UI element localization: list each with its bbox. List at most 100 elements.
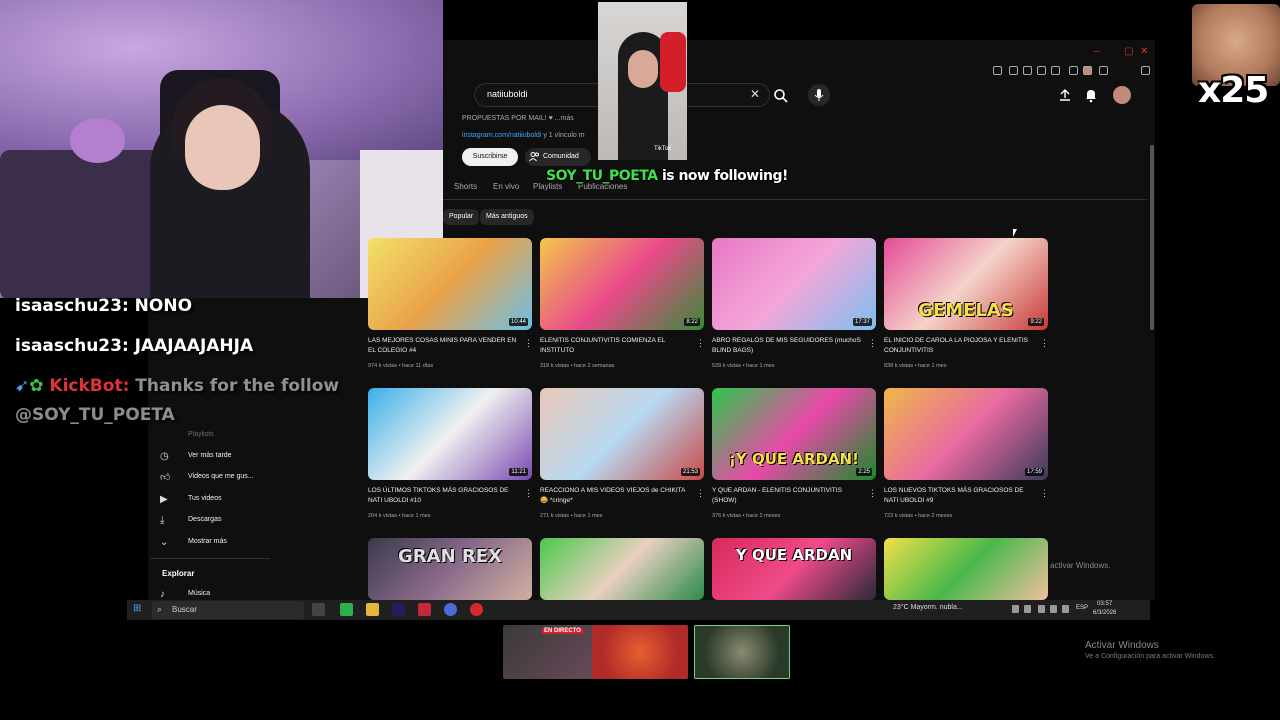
follow-alert: SOY_TU_POETA is now following! (546, 168, 788, 184)
close-icon[interactable]: ✕ (1140, 46, 1150, 57)
emote-multiplier: x25 (1198, 70, 1269, 111)
more-options-icon[interactable]: ⋮ (868, 338, 877, 348)
thumbnail-overlay-text: GEMELAS (918, 300, 1014, 321)
more-options-icon[interactable]: ⋮ (868, 488, 877, 498)
emote-overlay: x25 (1192, 4, 1280, 114)
more-options-icon[interactable]: ⋮ (1040, 338, 1049, 348)
chip-oldest[interactable]: Más antiguos (480, 209, 534, 225)
download-icon[interactable] (1099, 66, 1108, 75)
video-title[interactable]: REACCIONO A MIS VIDEOS VIEJOS de CHIKITA… (540, 486, 690, 506)
windows-start-icon[interactable]: ⊞ (133, 603, 143, 615)
more-options-icon[interactable]: ⋮ (696, 338, 705, 348)
browser-toolbar (443, 62, 1155, 80)
app-icon[interactable] (470, 603, 483, 616)
tray-icon[interactable] (1024, 605, 1031, 613)
microphone-icon[interactable] (808, 84, 830, 106)
video-title[interactable]: EL INICIO DE CAROLA LA PIOJOSA Y ELENITI… (884, 336, 1034, 356)
app-icon[interactable] (340, 603, 353, 616)
wifi-icon[interactable] (1038, 605, 1045, 613)
activate-windows-title: Activar Windows (1085, 640, 1159, 651)
video-thumbnail[interactable]: 17:37 (712, 238, 876, 330)
sidebar-explore-heading: Explorar (162, 569, 195, 578)
battery-icon[interactable] (1062, 605, 1069, 613)
sidebar-divider (150, 558, 270, 559)
video-thumbnail[interactable]: 21:53 (540, 388, 704, 480)
video-thumbnail[interactable]: GRAN REX (368, 538, 532, 600)
volume-icon[interactable] (1050, 605, 1057, 613)
weather-widget[interactable]: 23°C Mayorm. nubla... (893, 604, 963, 611)
bot-badge-icon: ✿ (29, 376, 44, 396)
community-button[interactable]: Comunidad (525, 148, 591, 166)
language-indicator[interactable]: ESP (1076, 605, 1088, 611)
video-duration: 17:59 (1024, 468, 1044, 476)
video-title[interactable]: LOS ÚLTIMOS TIKTOKS MÁS GRACIOSOS DE NAT… (368, 486, 518, 506)
follow-alert-user: SOY_TU_POETA (546, 168, 658, 184)
upload-icon[interactable] (1058, 88, 1072, 102)
scene-preview[interactable] (694, 625, 790, 679)
home-icon[interactable] (1069, 66, 1078, 75)
mouse-cursor-icon (1013, 229, 1017, 237)
video-thumbnail[interactable]: 11:21 (368, 388, 532, 480)
video-title[interactable]: LOS NUEVOS TIKTOKS MÁS GRACIOSOS DE NATI… (884, 486, 1034, 506)
clock[interactable]: 03:57 6/3/2026 (1093, 600, 1116, 618)
maximize-icon[interactable]: ▢ (1124, 46, 1134, 57)
tab-live[interactable]: En vivo (493, 182, 519, 191)
channel-link-url[interactable]: instagram.com/natiiuboldi (462, 132, 541, 139)
video-thumbnail[interactable]: GEMELAS 9:22 (884, 238, 1048, 330)
task-view-icon[interactable] (312, 603, 325, 616)
video-title[interactable]: LAS MEJORES COSAS MINIS PARA VENDER EN E… (368, 336, 518, 356)
scene-preview[interactable] (592, 625, 688, 679)
sidebar-item-label: Tus videos (188, 495, 222, 502)
tiktok-face (628, 50, 658, 88)
video-title[interactable]: Y QUE ARDAN - ELENITIS CONJUNTIVITIS (SH… (712, 486, 862, 506)
chat-text: JAAJAAJAHJA (134, 336, 254, 356)
taskbar-search[interactable]: ⌕ Buscar (152, 601, 304, 619)
menu-icon[interactable] (1141, 66, 1150, 75)
extension-icon[interactable] (1009, 66, 1018, 75)
tabs-divider (443, 199, 1147, 200)
search-icon[interactable] (772, 87, 790, 105)
profile-icon[interactable] (1083, 66, 1092, 75)
browser-icon[interactable] (444, 603, 457, 616)
opera-icon[interactable] (418, 603, 431, 616)
chat-overlay: isaaschu23: NONO isaaschu23: JAAJAAJAHJA… (0, 292, 375, 440)
chevron-down-icon: ⌄ (160, 537, 169, 548)
video-title[interactable]: ABRO REGALOS DE MIS SEGUIDORES (muchoS B… (712, 336, 862, 356)
video-thumbnail[interactable]: 17:59 (884, 388, 1048, 480)
tray-icon[interactable] (1012, 605, 1019, 613)
video-thumbnail[interactable]: 8:22 (540, 238, 704, 330)
subscribe-button[interactable]: Suscribirse (462, 148, 518, 166)
more-options-icon[interactable]: ⋮ (696, 488, 705, 498)
tiktok-overlay: TikTok (598, 2, 687, 160)
channel-link[interactable]: instagram.com/natiiuboldi y 1 vínculo m (462, 132, 585, 139)
chip-popular[interactable]: Popular (443, 209, 480, 225)
video-title[interactable]: ELENITIS CONJUNTIVITIS COMIENZA EL INSTI… (540, 336, 690, 356)
video-thumbnail[interactable]: 10:44 (368, 238, 532, 330)
video-thumbnail[interactable]: ¡Y QUE ARDAN! 2:25 (712, 388, 876, 480)
extension-icon[interactable] (1023, 66, 1032, 75)
premiere-icon[interactable] (392, 603, 405, 616)
channel-description[interactable]: PROPUESTAS POR MAIL! ♥ ...más (462, 115, 574, 122)
video-duration: 10:44 (508, 318, 528, 326)
avatar[interactable] (1113, 86, 1131, 104)
more-options-icon[interactable]: ⋮ (524, 488, 533, 498)
video-meta: 271 k vistas • hace 1 mes (540, 513, 603, 519)
thumbnail-overlay-text: GRAN REX (398, 546, 502, 567)
download-icon: ⤓ (160, 515, 165, 526)
file-explorer-icon[interactable] (366, 603, 379, 616)
bell-icon[interactable] (1084, 87, 1098, 103)
extension-icon[interactable] (1037, 66, 1046, 75)
chat-text: @SOY_TU_POETA (15, 405, 175, 425)
video-thumbnail[interactable] (884, 538, 1048, 600)
tab-shorts[interactable]: Shorts (454, 182, 477, 191)
video-thumbnail[interactable]: Y QUE ARDAN (712, 538, 876, 600)
video-thumbnail[interactable] (540, 538, 704, 600)
clear-search-icon[interactable]: ✕ (750, 87, 760, 101)
sidebar-item-label: Mostrar más (188, 538, 227, 545)
extension-icon[interactable] (1051, 66, 1060, 75)
more-options-icon[interactable]: ⋮ (1040, 488, 1049, 498)
minimize-icon[interactable]: – (1094, 46, 1104, 57)
more-options-icon[interactable]: ⋮ (524, 338, 533, 348)
extension-icon[interactable] (993, 66, 1002, 75)
scrollbar[interactable] (1150, 145, 1154, 330)
